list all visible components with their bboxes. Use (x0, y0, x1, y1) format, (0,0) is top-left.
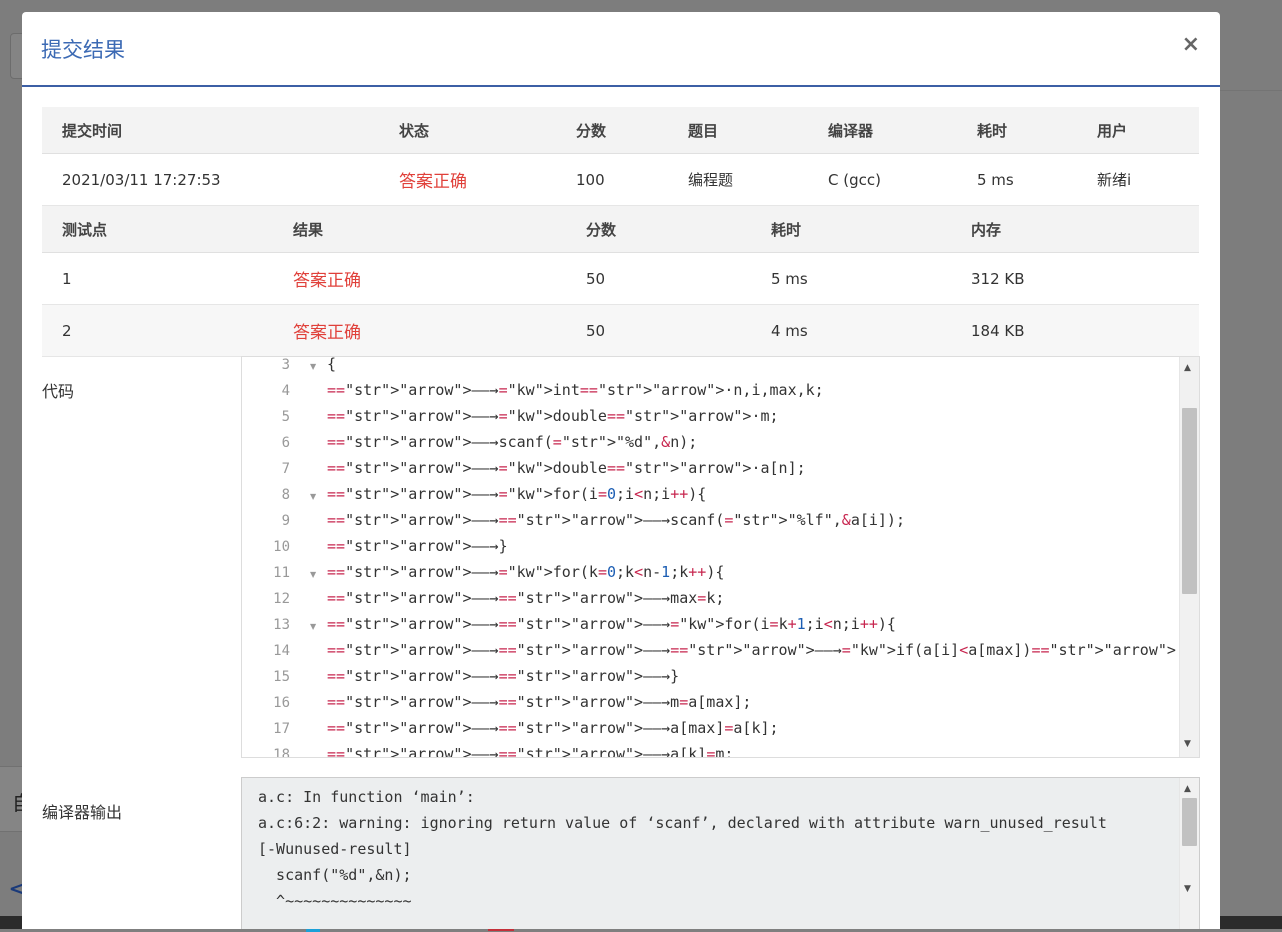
fold-arrow-icon[interactable]: ▼ (310, 622, 316, 631)
compiler-output-line: scanf("%d",&n); (258, 866, 412, 884)
testcase-memory: 312 KB (971, 269, 1025, 288)
line-number: 12 (273, 591, 290, 607)
testcase-result: 答案正确 (293, 323, 361, 343)
compiler-output-line: a.c:6:2: warning: ignoring return value … (258, 814, 1107, 832)
header-compiler: 编译器 (828, 121, 874, 140)
testcase-time: 5 ms (771, 269, 808, 288)
table-row: 2 答案正确 50 4 ms 184 KB (42, 305, 1199, 357)
code-line: =="str">"arrow">——→=="str">"arrow">——→sc… (327, 511, 905, 529)
testcase-id: 1 (62, 269, 72, 288)
run-time: 5 ms (977, 170, 1014, 189)
code-line: =="str">"arrow">——→="kw">int=="str">"arr… (327, 381, 824, 399)
code-line: =="str">"arrow">——→=="str">"arrow">——→a[… (327, 745, 734, 758)
compiler-output-line: a.c: In function ‘main’: (258, 788, 475, 806)
table-row: 1 答案正确 50 5 ms 312 KB (42, 253, 1199, 305)
scroll-down-icon[interactable]: ▼ (1184, 739, 1191, 749)
code-line: { (327, 356, 337, 373)
code-line: =="str">"arrow">——→} (327, 537, 508, 555)
code-line: =="str">"arrow">——→=="str">"arrow">——→m=… (327, 693, 752, 711)
compiler-name: C (gcc) (828, 170, 881, 189)
line-number: 7 (281, 461, 290, 477)
line-number: 5 (281, 409, 290, 425)
line-number: 3 (281, 357, 290, 373)
output-scrollbar[interactable]: ▲ ▼ (1179, 778, 1199, 929)
background-divider (1220, 90, 1282, 91)
header-result: 结果 (293, 220, 324, 239)
modal-title: 提交结果 (41, 38, 125, 62)
code-line: =="str">"arrow">——→="kw">for(k=0;k<n-1;k… (327, 563, 725, 581)
code-label: 代码 (42, 382, 75, 401)
line-number: 18 (273, 747, 290, 758)
testcase-table-header: 测试点 结果 分数 耗时 内存 (42, 206, 1199, 253)
line-number: 8 (281, 487, 290, 503)
testcase-result: 答案正确 (293, 271, 361, 291)
header-time: 耗时 (977, 121, 1008, 140)
line-number: 9 (281, 513, 290, 529)
status-accepted: 答案正确 (399, 172, 467, 192)
testcase-id: 2 (62, 321, 72, 340)
header-user: 用户 (1097, 121, 1128, 140)
fold-arrow-icon[interactable]: ▼ (310, 362, 316, 371)
line-number: 6 (281, 435, 290, 451)
fold-arrow-icon[interactable]: ▼ (310, 492, 316, 501)
header-problem: 题目 (688, 121, 719, 140)
code-line: =="str">"arrow">——→scanf(="str">"%d",&n)… (327, 433, 698, 451)
line-number: 11 (273, 565, 290, 581)
line-number: 4 (281, 383, 290, 399)
header-submit-time: 提交时间 (62, 121, 123, 140)
scroll-down-icon[interactable]: ▼ (1184, 884, 1191, 894)
user-name[interactable]: 新绪i (1097, 154, 1131, 205)
testcase-score: 50 (586, 321, 606, 340)
code-line: =="str">"arrow">——→="kw">double=="str">"… (327, 407, 779, 425)
compiler-output-line: ^~~~~~~~~~~~~~~ (258, 892, 412, 910)
submit-time: 2021/03/11 17:27:53 (62, 170, 221, 189)
line-number: 13 (273, 617, 290, 633)
testcase-time: 4 ms (771, 321, 808, 340)
modal-header: 提交结果 × (22, 12, 1220, 87)
header-testcase: 测试点 (62, 220, 108, 239)
header-status: 状态 (399, 121, 430, 140)
compiler-output-line: [-Wunused-result] (258, 840, 412, 858)
code-line: =="str">"arrow">——→=="str">"arrow">——→ma… (327, 589, 725, 607)
code-line: =="str">"arrow">——→="kw">for(i=0;i<n;i++… (327, 485, 707, 503)
header-testcase-time: 耗时 (771, 220, 802, 239)
code-line: =="str">"arrow">——→=="str">"arrow">——→a[… (327, 719, 779, 737)
problem-name[interactable]: 编程题 (688, 154, 733, 205)
line-number: 17 (273, 721, 290, 737)
submission-table-header: 提交时间 状态 分数 题目 编译器 耗时 用户 (42, 107, 1199, 154)
compiler-output-box[interactable]: a.c: In function ‘main’: a.c:6:2: warning… (241, 777, 1200, 929)
close-icon[interactable]: × (1182, 34, 1200, 56)
code-line: =="str">"arrow">——→="kw">double=="str">"… (327, 459, 806, 477)
header-testcase-score: 分数 (586, 220, 617, 239)
code-line: =="str">"arrow">——→=="str">"arrow">——→} (327, 667, 680, 685)
fold-arrow-icon[interactable]: ▼ (310, 570, 316, 579)
compiler-output-label: 编译器输出 (42, 803, 123, 822)
code-line: =="str">"arrow">——→=="str">"arrow">——→==… (327, 641, 1200, 659)
output-scroll-thumb[interactable] (1182, 798, 1197, 846)
code-scroll-thumb[interactable] (1182, 408, 1197, 594)
submission-row: 2021/03/11 17:27:53 答案正确 100 编程题 C (gcc)… (42, 154, 1199, 206)
header-memory: 内存 (971, 220, 1002, 239)
scroll-up-icon[interactable]: ▲ (1184, 363, 1191, 373)
testcase-score: 50 (586, 269, 606, 288)
line-number: 14 (273, 643, 290, 659)
line-number: 10 (273, 539, 290, 555)
code-line: =="str">"arrow">——→=="str">"arrow">——→="… (327, 615, 896, 633)
total-score: 100 (576, 170, 605, 189)
scroll-up-icon[interactable]: ▲ (1184, 784, 1191, 794)
line-number: 15 (273, 669, 290, 685)
code-editor[interactable]: 3 ▼ 4 5 6 7 8 ▼ 9 10 11 ▼ 12 13 ▼ 14 15 16 17 18 { =="str">"… (241, 356, 1200, 758)
code-scrollbar[interactable]: ▲ ▼ (1179, 357, 1199, 757)
header-score: 分数 (576, 121, 607, 140)
line-gutter: 3 ▼ 4 5 6 7 8 ▼ 9 10 11 ▼ 12 13 ▼ 14 15 16 17 18 (242, 357, 322, 757)
testcase-memory: 184 KB (971, 321, 1025, 340)
line-number: 16 (273, 695, 290, 711)
submission-result-modal: 提交结果 × 提交时间 状态 分数 题目 编译器 耗时 用户 2021/03/1… (22, 12, 1220, 929)
